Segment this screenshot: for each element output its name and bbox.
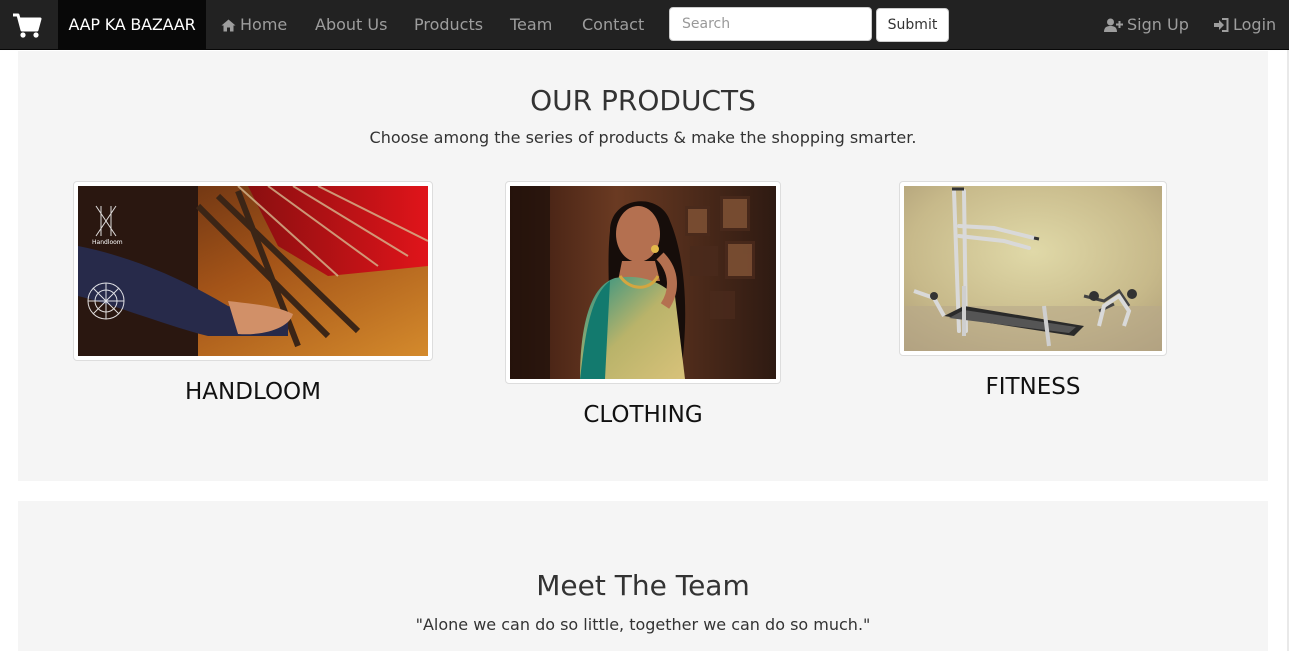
nav-login-link[interactable]: Login bbox=[1214, 0, 1276, 50]
handloom-image: Handloom bbox=[78, 186, 428, 356]
clothing-thumbnail[interactable] bbox=[505, 181, 781, 384]
home-icon bbox=[221, 19, 236, 31]
team-quote: "Alone we can do so little, together we … bbox=[415, 615, 871, 634]
submit-button[interactable]: Submit bbox=[876, 8, 949, 42]
shopping-cart-icon[interactable] bbox=[12, 13, 42, 39]
sign-in-icon bbox=[1214, 18, 1229, 32]
nav-signup-label: Sign Up bbox=[1127, 15, 1189, 34]
handloom-watermark-text: Handloom bbox=[92, 239, 123, 246]
nav-home-label: Home bbox=[240, 15, 288, 34]
team-section: Meet The Team "Alone we can do so little… bbox=[18, 501, 1268, 651]
nav-contact-link[interactable]: Contact bbox=[582, 0, 644, 50]
clothing-caption[interactable]: CLOTHING bbox=[505, 402, 781, 428]
nav-signup-link[interactable]: Sign Up bbox=[1104, 0, 1189, 50]
products-section: OUR PRODUCTS Choose among the series of … bbox=[18, 51, 1268, 481]
team-title: Meet The Team bbox=[536, 569, 750, 602]
handloom-thumbnail[interactable]: Handloom bbox=[73, 181, 433, 361]
fitness-image bbox=[904, 186, 1162, 351]
search-input[interactable] bbox=[669, 7, 872, 41]
products-title: OUR PRODUCTS bbox=[530, 84, 756, 117]
handloom-caption[interactable]: HANDLOOM bbox=[73, 379, 433, 405]
user-plus-icon bbox=[1104, 18, 1123, 32]
nav-home-link[interactable]: Home bbox=[221, 0, 287, 50]
top-navbar: AAP KA BAZAAR Home About Us Products Tea… bbox=[0, 0, 1289, 50]
brand-link[interactable]: AAP KA BAZAAR bbox=[58, 0, 206, 50]
nav-products-link[interactable]: Products bbox=[414, 0, 483, 50]
nav-about-link[interactable]: About Us bbox=[315, 0, 387, 50]
fitness-thumbnail[interactable] bbox=[899, 181, 1167, 356]
nav-team-link[interactable]: Team bbox=[510, 0, 552, 50]
products-subtitle: Choose among the series of products & ma… bbox=[369, 128, 917, 147]
fitness-caption[interactable]: FITNESS bbox=[899, 374, 1167, 400]
nav-login-label: Login bbox=[1233, 15, 1277, 34]
clothing-image bbox=[510, 186, 776, 379]
